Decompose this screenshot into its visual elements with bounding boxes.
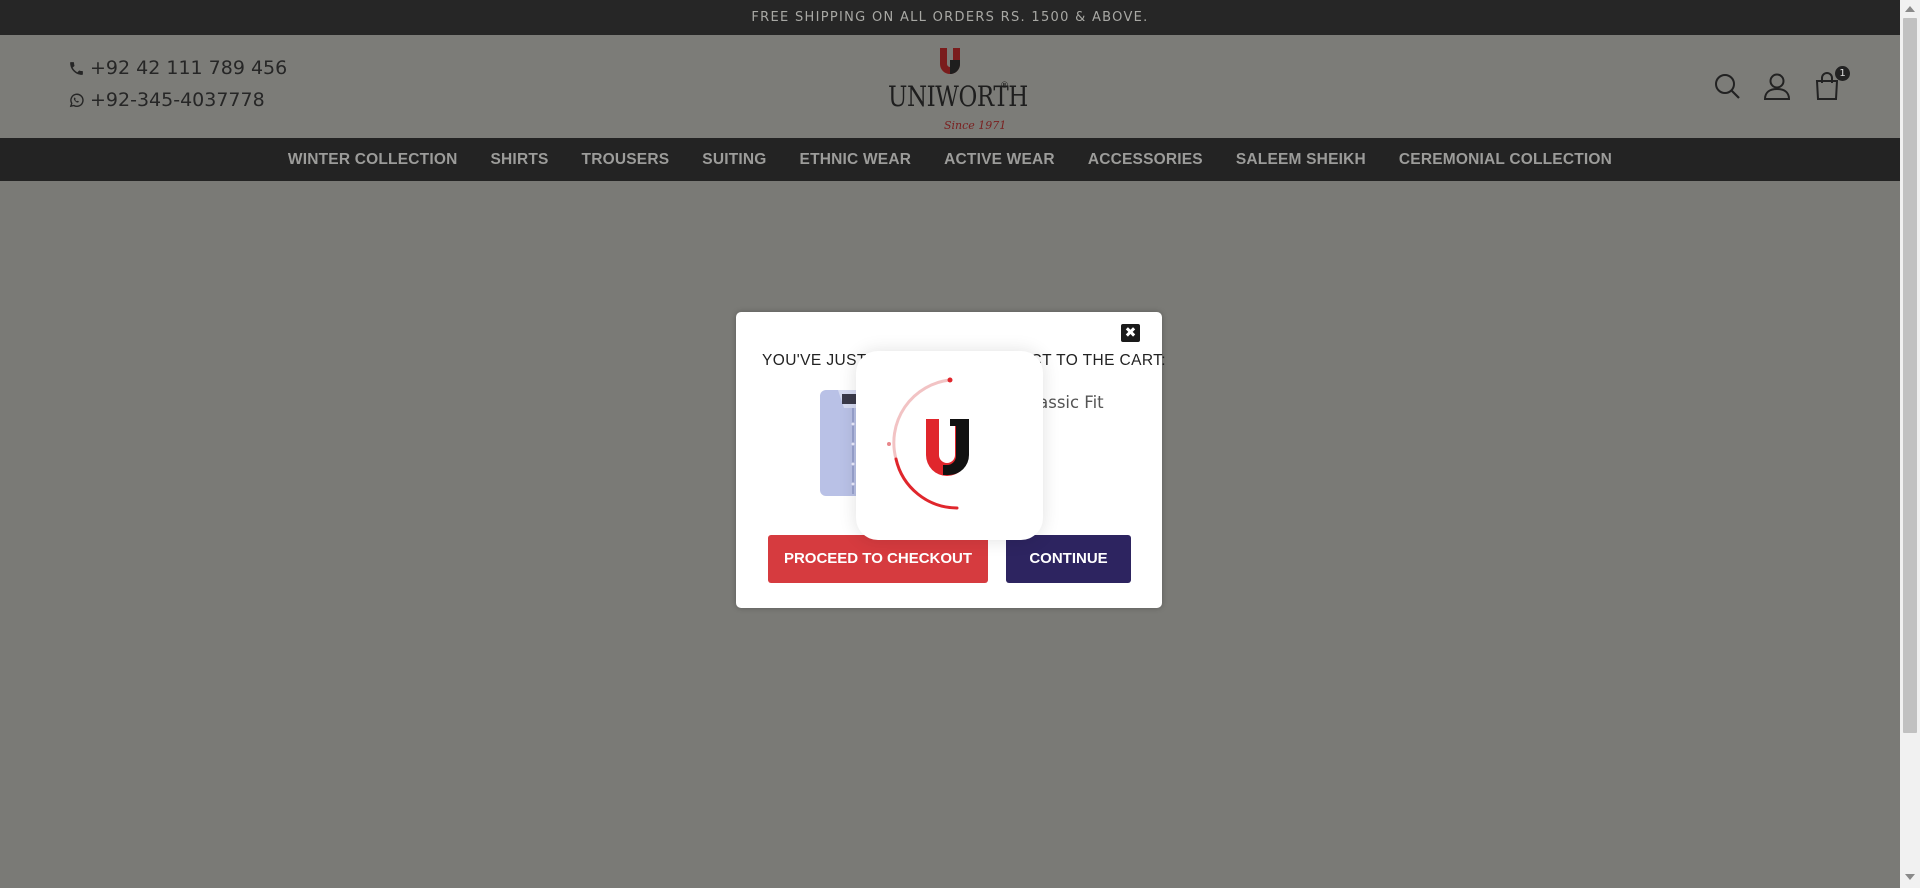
logo-u-mark	[940, 48, 960, 74]
whatsapp-contact[interactable]: +92-345-4037778	[68, 89, 265, 111]
logo-registered-mark: ®	[1000, 81, 1009, 91]
user-icon	[1763, 73, 1791, 100]
account-button[interactable]	[1762, 71, 1792, 101]
proceed-to-checkout-button[interactable]: PROCEED TO CHECKOUT	[768, 535, 988, 583]
main-nav: WINTER COLLECTION SHIRTS TROUSERS SUITIN…	[0, 138, 1900, 181]
whatsapp-icon	[69, 93, 84, 107]
phone-icon	[70, 61, 83, 75]
cart-count-badge: 1	[1835, 66, 1850, 81]
nav-item-ceremonial-collection[interactable]: CEREMONIAL COLLECTION	[1399, 151, 1612, 169]
phone-contact[interactable]: +92 42 111 789 456	[68, 57, 287, 79]
nav-item-trousers[interactable]: TROUSERS	[582, 151, 670, 169]
logo-tagline: Since 1971	[944, 119, 1007, 132]
nav-item-shirts[interactable]: SHIRTS	[491, 151, 549, 169]
whatsapp-number: +92-345-4037778	[90, 89, 265, 111]
scroll-down-arrow-icon[interactable]	[1905, 874, 1915, 880]
nav-item-ethnic-wear[interactable]: ETHNIC WEAR	[800, 151, 912, 169]
site-header: +92 42 111 789 456 +92-345-4037778 UNIWO…	[0, 35, 1900, 138]
cart-button[interactable]: 1	[1815, 66, 1850, 101]
search-button[interactable]	[1712, 71, 1742, 101]
announcement-bar: FREE SHIPPING ON ALL ORDERS RS. 1500 & A…	[0, 0, 1900, 35]
page-scrollbar[interactable]	[1900, 0, 1920, 888]
scroll-thumb[interactable]	[1903, 18, 1917, 733]
nav-item-suiting[interactable]: SUITING	[702, 151, 766, 169]
nav-item-accessories[interactable]: ACCESSORIES	[1088, 151, 1203, 169]
continue-button[interactable]: CONTINUE	[1006, 535, 1131, 583]
phone-number: +92 42 111 789 456	[90, 57, 288, 79]
uniworth-logo[interactable]: UNIWORTH ® Since 1971	[886, 46, 1028, 132]
loading-spinner	[856, 351, 1043, 540]
search-icon	[1715, 74, 1740, 99]
nav-item-active-wear[interactable]: ACTIVE WEAR	[944, 151, 1055, 169]
scroll-up-arrow-icon[interactable]	[1905, 6, 1915, 12]
nav-item-winter-collection[interactable]: WINTER COLLECTION	[288, 151, 458, 169]
spinner-logo-icon	[887, 377, 969, 510]
announcement-text: FREE SHIPPING ON ALL ORDERS RS. 1500 & A…	[751, 10, 1149, 25]
nav-item-saleem-sheikh[interactable]: SALEEM SHEIKH	[1236, 151, 1366, 169]
close-icon[interactable]: ✖	[1121, 324, 1140, 342]
